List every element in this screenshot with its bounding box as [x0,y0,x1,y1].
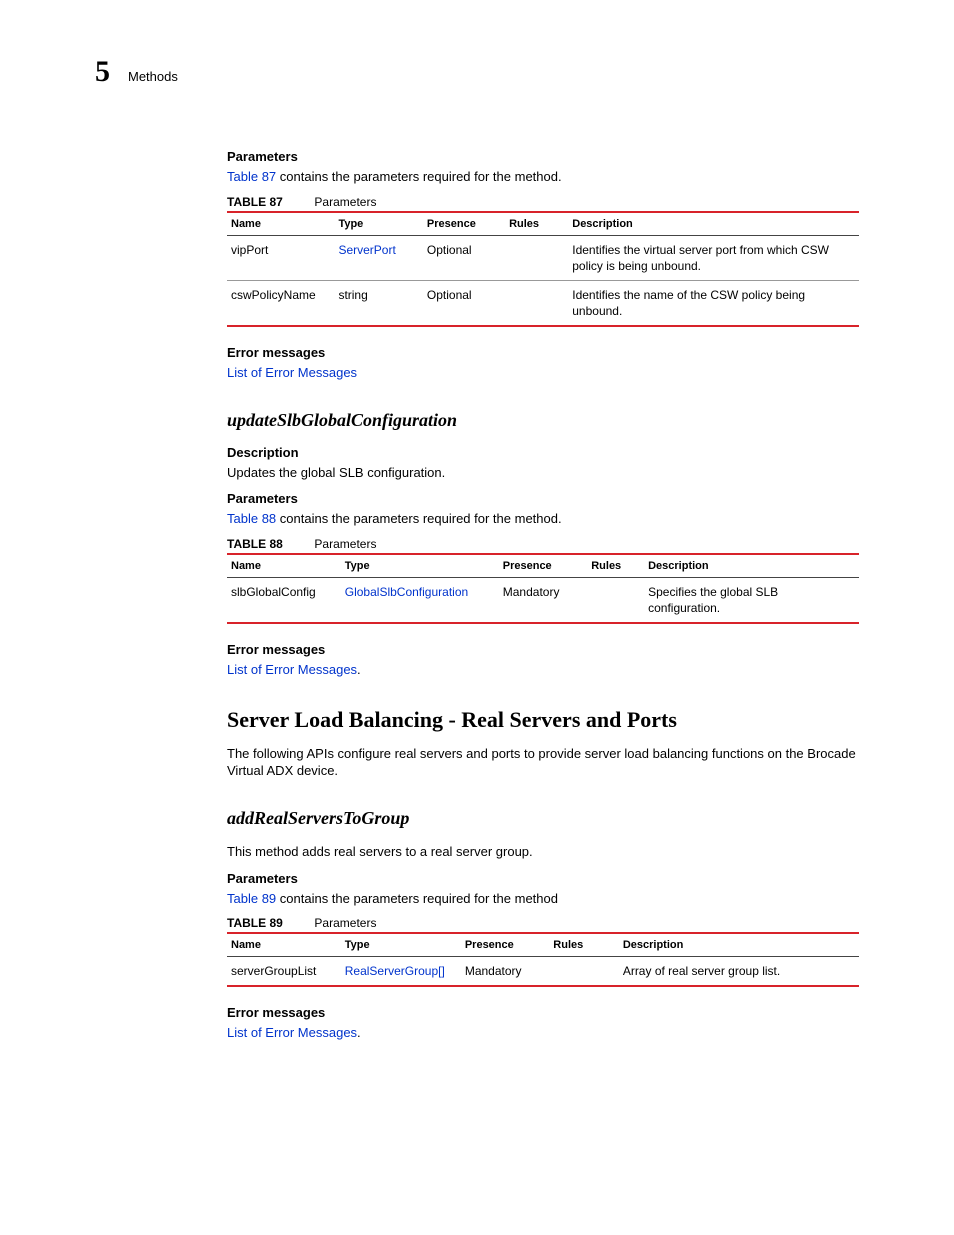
parameters-intro-text: contains the parameters required for the… [276,891,558,906]
dot: . [357,662,361,677]
th-name: Name [227,212,334,236]
description-text: Updates the global SLB configuration. [227,464,859,482]
th-description: Description [619,933,859,957]
parameters-intro-text: contains the parameters required for the… [276,169,561,184]
table-87-caption: Parameters [314,195,376,209]
parameters-intro: Table 88 contains the parameters require… [227,510,859,528]
realservergroup-link[interactable]: RealServerGroup[] [345,964,445,978]
parameters-intro: Table 87 contains the parameters require… [227,168,859,186]
list-of-error-messages-link[interactable]: List of Error Messages [227,1025,357,1040]
th-rules: Rules [505,212,568,236]
th-type: Type [341,554,499,578]
cell-type: ServerPort [334,235,422,280]
table-89-label: TABLE 89 [227,916,283,930]
page: 5 Methods Parameters Table 87 contains t… [0,0,954,1235]
list-of-error-messages-link[interactable]: List of Error Messages [227,365,357,380]
cell-presence: Optional [423,280,505,326]
method-heading-addreal: addRealServersToGroup [227,808,859,829]
cell-description: Specifies the global SLB configuration. [644,577,859,623]
serverport-link[interactable]: ServerPort [338,243,395,257]
table-89-title: TABLE 89 Parameters [227,915,859,930]
th-presence: Presence [423,212,505,236]
cell-presence: Optional [423,235,505,280]
table-88-link[interactable]: Table 88 [227,511,276,526]
error-messages-heading: Error messages [227,1005,859,1020]
table-89-link[interactable]: Table 89 [227,891,276,906]
error-messages-link-row: List of Error Messages. [227,661,859,679]
list-of-error-messages-link[interactable]: List of Error Messages [227,662,357,677]
th-presence: Presence [499,554,587,578]
section-heading-slb-real: Server Load Balancing - Real Servers and… [227,707,859,733]
chapter-label: Methods [128,69,178,84]
parameters-intro: Table 89 contains the parameters require… [227,890,859,908]
th-rules: Rules [549,933,619,957]
cell-description: Identifies the virtual server port from … [568,235,859,280]
table-89-caption: Parameters [314,916,376,930]
error-messages-link-row: List of Error Messages [227,364,859,382]
cell-rules [549,957,619,987]
th-type: Type [341,933,461,957]
cell-description: Identifies the name of the CSW policy be… [568,280,859,326]
dot: . [357,1025,361,1040]
cell-name: cswPolicyName [227,280,334,326]
th-name: Name [227,554,341,578]
th-presence: Presence [461,933,549,957]
table-88-title: TABLE 88 Parameters [227,536,859,551]
cell-presence: Mandatory [499,577,587,623]
table-87-label: TABLE 87 [227,195,283,209]
cell-presence: Mandatory [461,957,549,987]
content-area: Parameters Table 87 contains the paramet… [227,149,859,1042]
table-87-title: TABLE 87 Parameters [227,194,859,209]
cell-name: serverGroupList [227,957,341,987]
parameters-heading: Parameters [227,149,859,164]
th-description: Description [568,212,859,236]
cell-type: RealServerGroup[] [341,957,461,987]
table-89: Name Type Presence Rules Description ser… [227,932,859,987]
cell-name: slbGlobalConfig [227,577,341,623]
cell-type: string [334,280,422,326]
th-type: Type [334,212,422,236]
table-87: Name Type Presence Rules Description vip… [227,211,859,328]
table-88-caption: Parameters [314,537,376,551]
error-messages-heading: Error messages [227,345,859,360]
table-row: serverGroupList RealServerGroup[] Mandat… [227,957,859,987]
error-messages-link-row: List of Error Messages. [227,1024,859,1042]
cell-rules [505,235,568,280]
section-intro-text: The following APIs configure real server… [227,745,859,780]
table-88: Name Type Presence Rules Description slb… [227,553,859,624]
parameters-heading: Parameters [227,871,859,886]
method-intro-text: This method adds real servers to a real … [227,843,859,861]
cell-rules [505,280,568,326]
description-heading: Description [227,445,859,460]
error-messages-heading: Error messages [227,642,859,657]
page-header: 5 Methods [95,55,859,89]
table-row: vipPort ServerPort Optional Identifies t… [227,235,859,280]
table-row: cswPolicyName string Optional Identifies… [227,280,859,326]
cell-rules [587,577,644,623]
parameters-intro-text: contains the parameters required for the… [276,511,561,526]
th-description: Description [644,554,859,578]
cell-description: Array of real server group list. [619,957,859,987]
globalslbconfiguration-link[interactable]: GlobalSlbConfiguration [345,585,468,599]
th-rules: Rules [587,554,644,578]
table-row: slbGlobalConfig GlobalSlbConfiguration M… [227,577,859,623]
parameters-heading: Parameters [227,491,859,506]
table-88-label: TABLE 88 [227,537,283,551]
table-87-link[interactable]: Table 87 [227,169,276,184]
cell-type: GlobalSlbConfiguration [341,577,499,623]
th-name: Name [227,933,341,957]
method-heading-update: updateSlbGlobalConfiguration [227,410,859,431]
cell-name: vipPort [227,235,334,280]
chapter-number: 5 [95,55,110,89]
